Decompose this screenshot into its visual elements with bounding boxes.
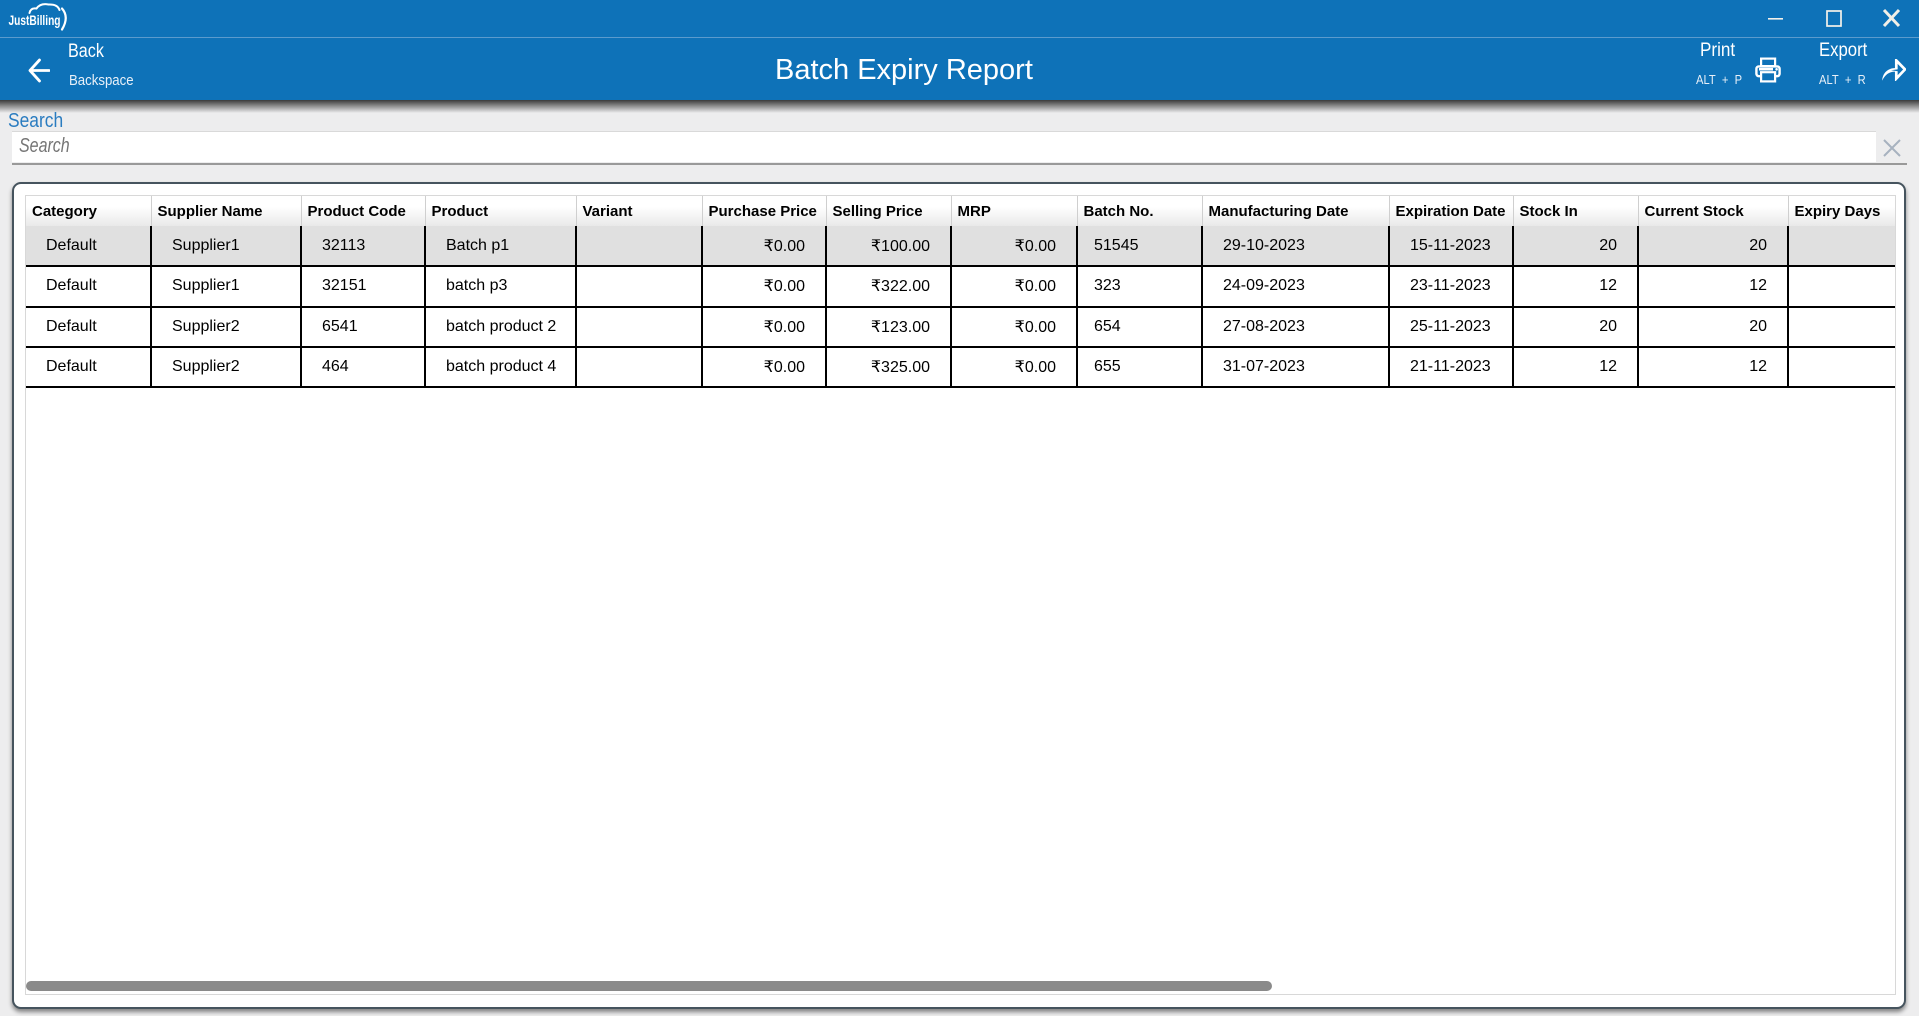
svg-text:JustBilling: JustBilling	[9, 13, 61, 28]
